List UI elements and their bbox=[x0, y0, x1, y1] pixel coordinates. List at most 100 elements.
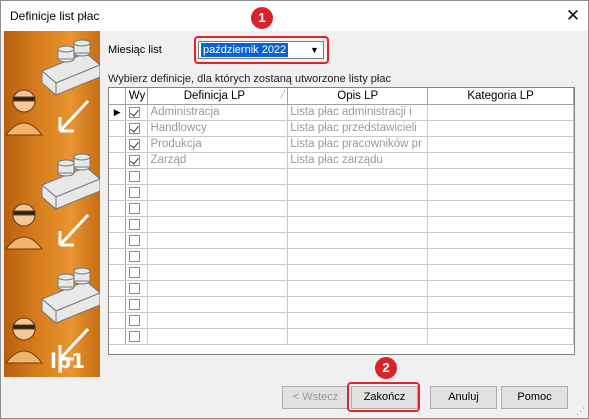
select-cell[interactable] bbox=[125, 264, 149, 281]
finish-button[interactable]: Zakończ bbox=[351, 386, 418, 409]
table-row[interactable] bbox=[109, 280, 574, 297]
table-row[interactable] bbox=[109, 264, 574, 281]
definicja-cell[interactable] bbox=[147, 280, 289, 297]
table-row[interactable] bbox=[109, 328, 574, 345]
select-cell[interactable] bbox=[125, 200, 149, 217]
definicja-cell[interactable] bbox=[147, 216, 289, 233]
kategoria-cell[interactable] bbox=[427, 120, 574, 137]
row-checkbox[interactable] bbox=[129, 186, 141, 198]
table-row[interactable] bbox=[109, 168, 574, 185]
kategoria-cell[interactable] bbox=[427, 296, 574, 313]
opis-cell[interactable] bbox=[287, 168, 429, 185]
select-cell[interactable] bbox=[125, 104, 149, 121]
opis-cell[interactable] bbox=[287, 200, 429, 217]
resize-grip-icon[interactable]: ⋰ bbox=[576, 406, 585, 417]
definicja-cell[interactable] bbox=[147, 248, 289, 265]
opis-cell[interactable] bbox=[287, 296, 429, 313]
definicja-cell[interactable]: Produkcja bbox=[147, 136, 289, 153]
column-header-opis[interactable]: Opis LP bbox=[287, 88, 429, 105]
kategoria-cell[interactable] bbox=[427, 200, 574, 217]
kategoria-cell[interactable] bbox=[427, 136, 574, 153]
table-row[interactable] bbox=[109, 184, 574, 201]
month-dropdown[interactable]: październik 2022 ▼ bbox=[198, 41, 324, 59]
kategoria-cell[interactable] bbox=[427, 328, 574, 345]
definicja-cell[interactable]: Handlowcy bbox=[147, 120, 289, 137]
column-header-select[interactable]: Wy bbox=[125, 88, 149, 105]
row-checkbox[interactable] bbox=[129, 298, 141, 310]
row-checkbox[interactable] bbox=[129, 282, 141, 294]
kategoria-cell[interactable] bbox=[427, 280, 574, 297]
definicja-cell[interactable] bbox=[147, 328, 289, 345]
row-checkbox[interactable] bbox=[129, 154, 141, 166]
row-checkbox[interactable] bbox=[129, 122, 141, 134]
row-checkbox[interactable] bbox=[129, 250, 141, 262]
kategoria-cell[interactable] bbox=[427, 152, 574, 169]
opis-cell[interactable]: Lista płac zarządu bbox=[287, 152, 429, 169]
table-row[interactable] bbox=[109, 232, 574, 249]
definicja-cell[interactable]: Zarząd bbox=[147, 152, 289, 169]
opis-cell[interactable] bbox=[287, 184, 429, 201]
row-checkbox[interactable] bbox=[129, 330, 141, 342]
table-row[interactable] bbox=[109, 312, 574, 329]
opis-cell[interactable] bbox=[287, 216, 429, 233]
row-checkbox[interactable] bbox=[129, 314, 141, 326]
opis-cell[interactable]: Lista płac przedstawicieli bbox=[287, 120, 429, 137]
row-checkbox[interactable] bbox=[129, 218, 141, 230]
kategoria-cell[interactable] bbox=[427, 168, 574, 185]
table-row[interactable]: Zarząd Lista płac zarządu bbox=[109, 152, 574, 169]
select-cell[interactable] bbox=[125, 232, 149, 249]
select-cell[interactable] bbox=[125, 168, 149, 185]
select-cell[interactable] bbox=[125, 184, 149, 201]
definicja-cell[interactable] bbox=[147, 264, 289, 281]
column-header-definicja[interactable]: Definicja LP ╱ bbox=[147, 88, 289, 105]
row-checkbox[interactable] bbox=[129, 266, 141, 278]
definicja-cell[interactable] bbox=[147, 168, 289, 185]
opis-cell[interactable] bbox=[287, 328, 429, 345]
kategoria-cell[interactable] bbox=[427, 248, 574, 265]
select-cell[interactable] bbox=[125, 152, 149, 169]
kategoria-cell[interactable] bbox=[427, 264, 574, 281]
kategoria-cell[interactable] bbox=[427, 216, 574, 233]
kategoria-cell[interactable] bbox=[427, 312, 574, 329]
row-checkbox[interactable] bbox=[129, 138, 141, 150]
select-cell[interactable] bbox=[125, 120, 149, 137]
help-button[interactable]: Pomoc bbox=[501, 386, 568, 409]
kategoria-cell[interactable] bbox=[427, 104, 574, 121]
opis-cell[interactable] bbox=[287, 232, 429, 249]
row-checkbox[interactable] bbox=[129, 234, 141, 246]
opis-cell[interactable] bbox=[287, 312, 429, 329]
select-cell[interactable] bbox=[125, 136, 149, 153]
kategoria-cell[interactable] bbox=[427, 232, 574, 249]
select-cell[interactable] bbox=[125, 296, 149, 313]
definicja-cell[interactable] bbox=[147, 200, 289, 217]
opis-cell[interactable] bbox=[287, 280, 429, 297]
row-checkbox[interactable] bbox=[129, 170, 141, 182]
close-icon[interactable]: ✕ bbox=[561, 4, 585, 28]
row-checkbox[interactable] bbox=[129, 202, 141, 214]
table-row[interactable]: Produkcja Lista płac pracowników pr bbox=[109, 136, 574, 153]
chevron-down-icon[interactable]: ▼ bbox=[307, 43, 322, 57]
definicja-cell[interactable] bbox=[147, 312, 289, 329]
opis-cell[interactable] bbox=[287, 248, 429, 265]
opis-cell[interactable]: Lista płac administracji i bbox=[287, 104, 429, 121]
definicja-cell[interactable] bbox=[147, 232, 289, 249]
definicja-cell[interactable] bbox=[147, 184, 289, 201]
table-row[interactable] bbox=[109, 248, 574, 265]
table-row[interactable] bbox=[109, 200, 574, 217]
select-cell[interactable] bbox=[125, 280, 149, 297]
column-header-kategoria[interactable]: Kategoria LP bbox=[427, 88, 574, 105]
select-cell[interactable] bbox=[125, 216, 149, 233]
definicja-cell[interactable] bbox=[147, 296, 289, 313]
opis-cell[interactable] bbox=[287, 264, 429, 281]
table-row[interactable]: ▶ Administracja Lista płac administracji i bbox=[109, 104, 574, 121]
row-checkbox[interactable] bbox=[129, 106, 141, 118]
select-cell[interactable] bbox=[125, 312, 149, 329]
kategoria-cell[interactable] bbox=[427, 184, 574, 201]
opis-cell[interactable]: Lista płac pracowników pr bbox=[287, 136, 429, 153]
table-row[interactable]: Handlowcy Lista płac przedstawicieli bbox=[109, 120, 574, 137]
table-row[interactable] bbox=[109, 216, 574, 233]
cancel-button[interactable]: Anuluj bbox=[430, 386, 497, 409]
definicja-cell[interactable]: Administracja bbox=[147, 104, 289, 121]
back-button[interactable]: < Wstecz bbox=[282, 386, 349, 409]
select-cell[interactable] bbox=[125, 248, 149, 265]
